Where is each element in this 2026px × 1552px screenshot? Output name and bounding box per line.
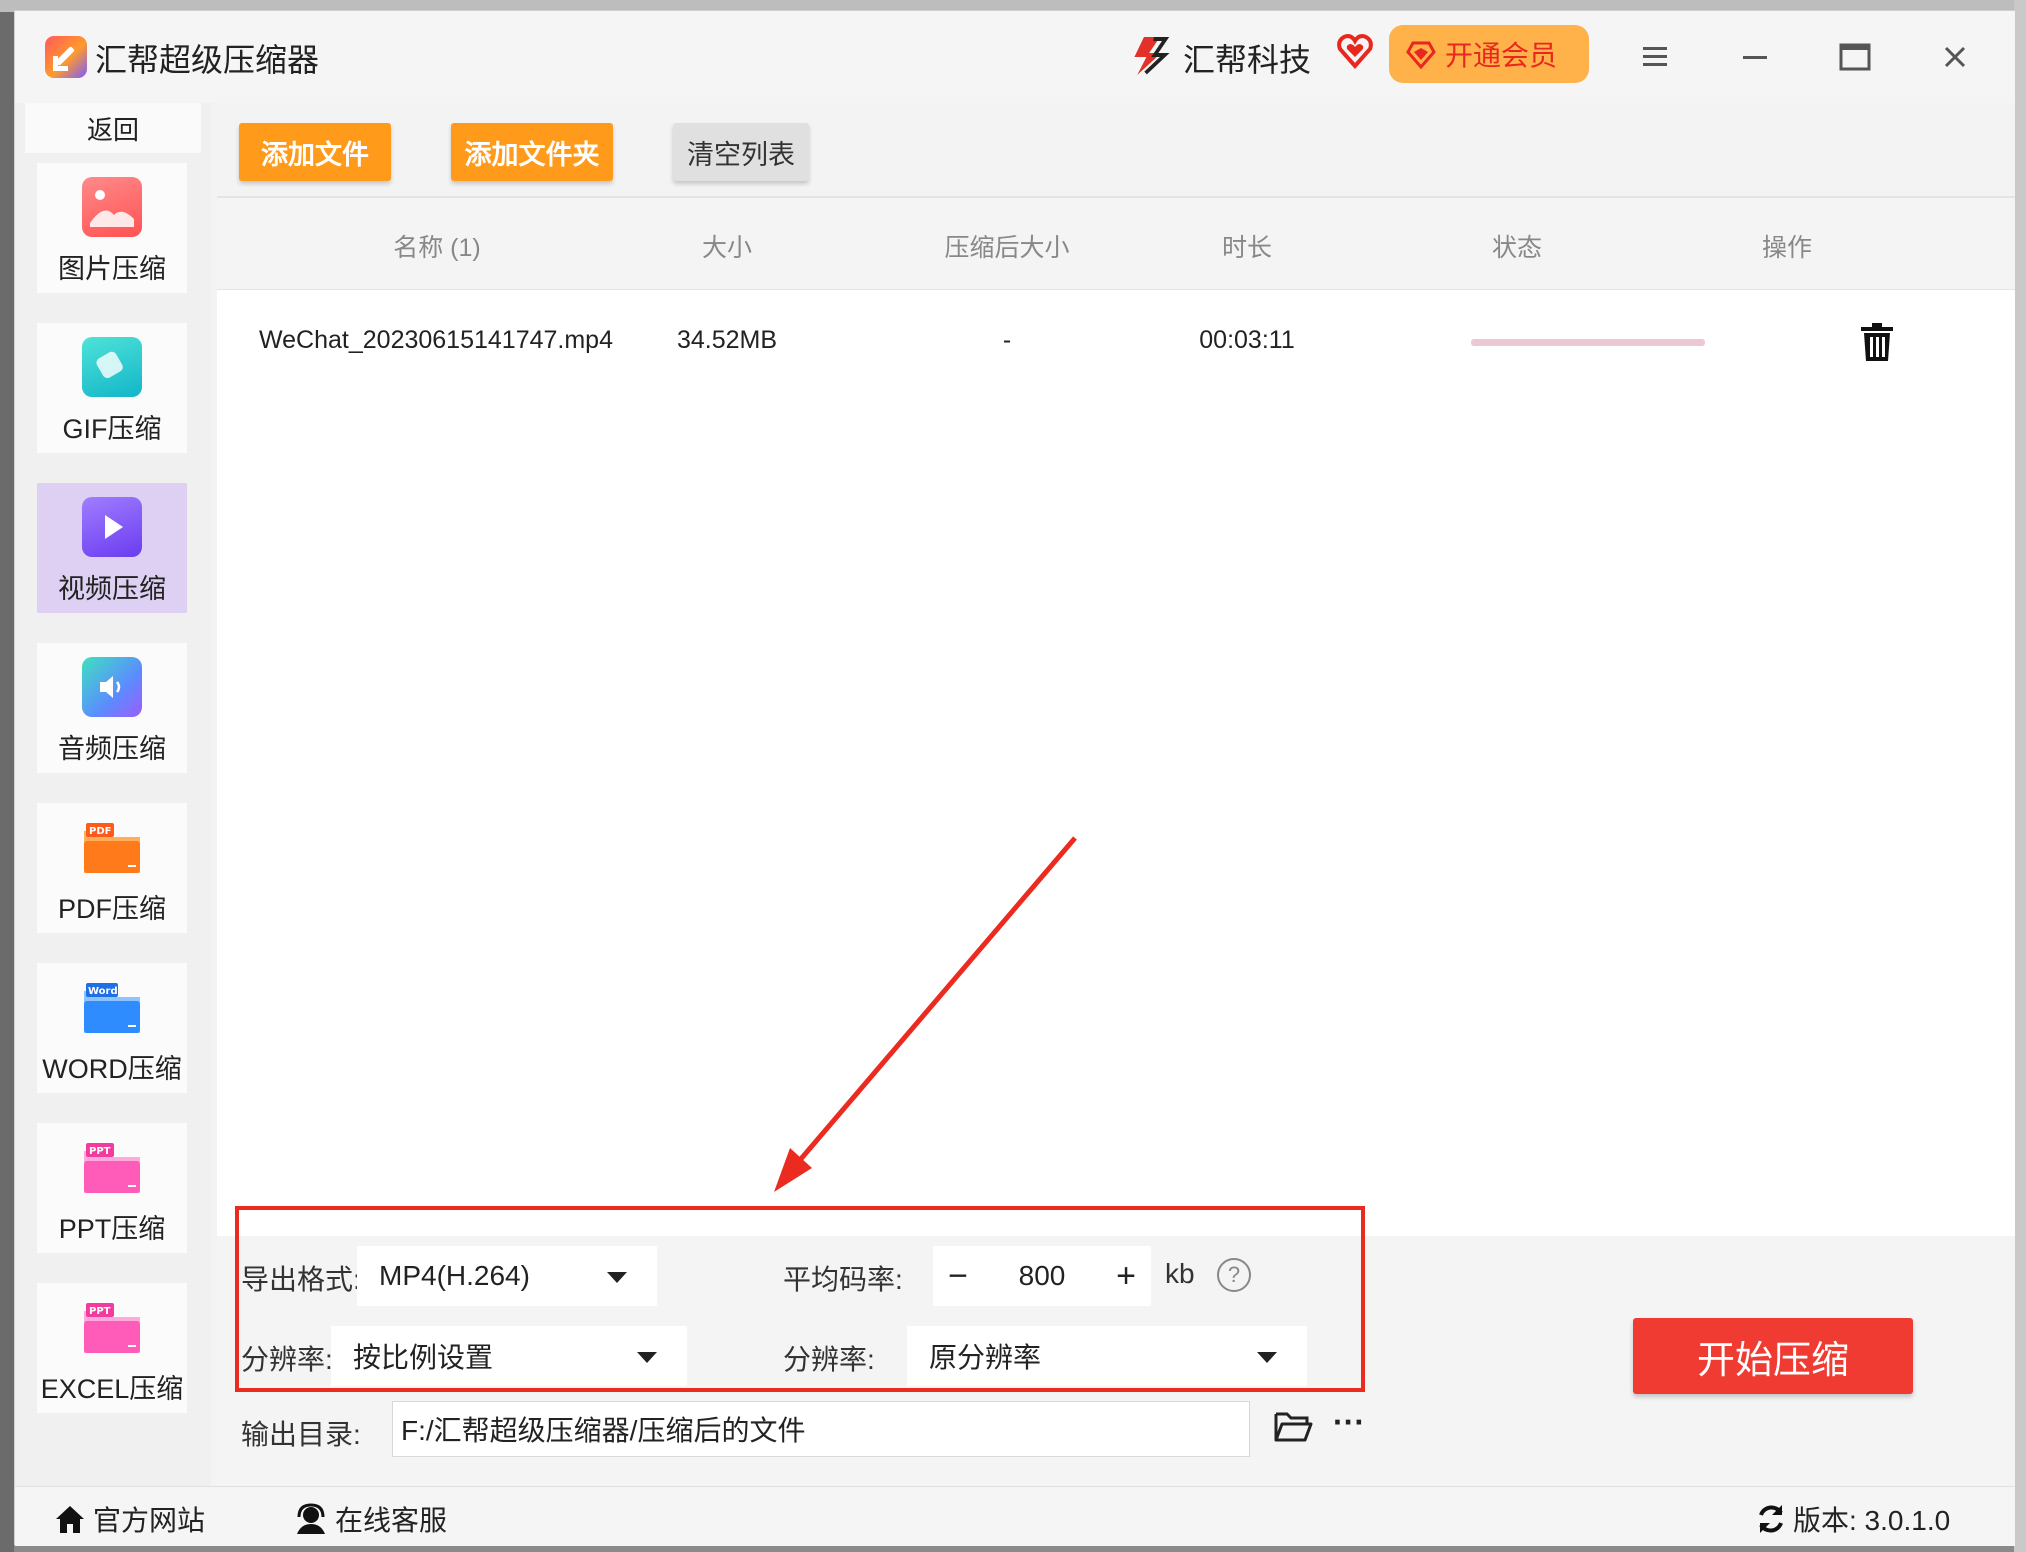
sidebar-item-label: WORD压缩 bbox=[42, 1054, 182, 1084]
start-compress-button[interactable]: 开始压缩 bbox=[1633, 1318, 1913, 1394]
chevron-down-icon bbox=[1257, 1352, 1277, 1363]
bitrate-value[interactable]: 800 bbox=[983, 1260, 1101, 1292]
home-icon bbox=[56, 1506, 84, 1533]
gif-icon bbox=[82, 337, 142, 397]
background-left bbox=[0, 0, 14, 1552]
more-options-icon[interactable]: ··· bbox=[1333, 1404, 1365, 1441]
resolution-mode-label: 分辨率: bbox=[241, 1344, 333, 1375]
sidebar-item-pdf[interactable]: PDF PDF压缩 bbox=[37, 803, 187, 933]
resolution-dropdown[interactable]: 原分辨率 bbox=[907, 1326, 1307, 1386]
compress-logo-icon bbox=[45, 36, 87, 78]
back-button[interactable]: 返回 bbox=[25, 103, 201, 153]
brand-name: 汇帮科技 bbox=[1183, 42, 1312, 78]
main-panel: 添加文件 添加文件夹 清空列表 名称 (1) 大小 压缩后大小 时长 状态 操作… bbox=[211, 103, 2015, 1486]
sidebar-item-label: 音频压缩 bbox=[58, 734, 166, 764]
output-path-field[interactable]: F:/汇帮超级压缩器/压缩后的文件 bbox=[392, 1401, 1250, 1457]
add-file-button[interactable]: 添加文件 bbox=[239, 123, 391, 181]
file-list: 名称 (1) 大小 压缩后大小 时长 状态 操作 WeChat_20230615… bbox=[217, 196, 2015, 1236]
diamond-icon bbox=[1406, 41, 1436, 70]
format-dropdown[interactable]: MP4(H.264) bbox=[357, 1246, 657, 1306]
resolution-label: 分辨率: bbox=[783, 1344, 875, 1375]
bitrate-stepper[interactable]: − 800 + bbox=[933, 1246, 1151, 1306]
sidebar-item-label: GIF压缩 bbox=[62, 414, 162, 444]
background-right bbox=[2014, 0, 2026, 1552]
header-compressed-size[interactable]: 压缩后大小 bbox=[877, 228, 1137, 264]
chevron-down-icon bbox=[607, 1272, 627, 1283]
video-play-icon bbox=[82, 497, 142, 557]
svg-text:PPT: PPT bbox=[89, 1146, 111, 1157]
header-name[interactable]: 名称 (1) bbox=[317, 228, 557, 264]
ppt-folder-icon: PPT bbox=[82, 1137, 142, 1197]
sidebar-item-excel[interactable]: PPT EXCEL压缩 bbox=[37, 1283, 187, 1413]
pdf-folder-icon: PDF bbox=[82, 817, 142, 877]
folder-open-icon[interactable] bbox=[1273, 1408, 1313, 1444]
sidebar-item-word[interactable]: Word WORD压缩 bbox=[37, 963, 187, 1093]
minus-icon[interactable]: − bbox=[933, 1246, 983, 1306]
header-status: 状态 bbox=[1491, 234, 1542, 262]
clear-list-button[interactable]: 清空列表 bbox=[673, 123, 809, 181]
settings-panel: 导出格式: MP4(H.264) 平均码率: − 800 + kb ? 分辨率:… bbox=[217, 1206, 2015, 1486]
help-icon[interactable]: ? bbox=[1217, 1258, 1251, 1292]
sidebar-item-gif[interactable]: GIF压缩 bbox=[37, 323, 187, 453]
version-info[interactable]: 版本: 3.0.1.0 bbox=[1755, 1499, 1950, 1539]
bitrate-unit: kb bbox=[1165, 1258, 1195, 1289]
word-folder-icon: Word bbox=[82, 977, 142, 1037]
header-actions: 操作 bbox=[1761, 234, 1812, 262]
sidebar-item-label: PDF压缩 bbox=[58, 894, 166, 924]
audio-icon bbox=[82, 657, 142, 717]
online-support-link[interactable]: 在线客服 bbox=[293, 1499, 447, 1539]
official-website-link[interactable]: 官方网站 bbox=[53, 1499, 205, 1539]
resolution-mode-dropdown[interactable]: 按比例设置 bbox=[331, 1326, 687, 1386]
app-window: 汇帮超级压缩器 汇帮科技 开通会员 返回 图片压缩 GIF压缩 视频压缩 音频压… bbox=[14, 10, 2015, 1546]
compressed-size: - bbox=[1002, 326, 1012, 354]
app-title: 汇帮超级压缩器 bbox=[95, 42, 320, 78]
sidebar-item-label: 图片压缩 bbox=[58, 254, 166, 284]
vip-button[interactable]: 开通会员 bbox=[1389, 25, 1589, 83]
sidebar-item-label: EXCEL压缩 bbox=[40, 1374, 184, 1404]
chevron-down-icon bbox=[637, 1352, 657, 1363]
resolution-value: 原分辨率 bbox=[929, 1342, 1042, 1373]
add-folder-button[interactable]: 添加文件夹 bbox=[451, 123, 613, 181]
headset-icon bbox=[297, 1503, 325, 1534]
sidebar-item-ppt[interactable]: PPT PPT压缩 bbox=[37, 1123, 187, 1253]
online-support-label: 在线客服 bbox=[335, 1505, 448, 1536]
status-progress-bar bbox=[1471, 339, 1705, 346]
svg-text:Word: Word bbox=[88, 986, 118, 997]
maximize-icon[interactable] bbox=[1835, 37, 1875, 77]
sidebar-item-label: PPT压缩 bbox=[58, 1214, 166, 1244]
heart-icon[interactable] bbox=[1335, 31, 1375, 71]
plus-icon[interactable]: + bbox=[1101, 1246, 1151, 1306]
title-bar: 汇帮超级压缩器 汇帮科技 开通会员 bbox=[15, 11, 2015, 103]
svg-text:PDF: PDF bbox=[89, 826, 111, 837]
sidebar-item-label: 视频压缩 bbox=[58, 574, 166, 604]
image-icon bbox=[82, 177, 142, 237]
format-value: MP4(H.264) bbox=[379, 1260, 530, 1291]
version-label: 版本: 3.0.1.0 bbox=[1793, 1505, 1951, 1536]
menu-icon[interactable] bbox=[1635, 37, 1675, 77]
file-size: 34.52MB bbox=[676, 326, 778, 354]
excel-folder-icon: PPT bbox=[82, 1297, 142, 1357]
sidebar-item-video[interactable]: 视频压缩 bbox=[37, 483, 187, 613]
format-label: 导出格式: bbox=[241, 1264, 361, 1295]
file-name: WeChat_20230615141747.mp4 bbox=[259, 326, 613, 354]
sidebar: 返回 图片压缩 GIF压缩 视频压缩 音频压缩 PDF PDF压缩 Word W… bbox=[15, 103, 211, 1486]
footer: 官方网站 在线客服 版本: 3.0.1.0 bbox=[15, 1486, 2015, 1546]
resolution-mode-value: 按比例设置 bbox=[353, 1342, 494, 1373]
header-size[interactable]: 大小 bbox=[657, 228, 797, 264]
file-duration: 00:03:11 bbox=[1199, 326, 1295, 354]
sidebar-item-image[interactable]: 图片压缩 bbox=[37, 163, 187, 293]
official-website-label: 官方网站 bbox=[93, 1505, 206, 1536]
brand-logo-icon bbox=[1134, 37, 1170, 75]
svg-text:PPT: PPT bbox=[89, 1306, 111, 1317]
vip-label: 开通会员 bbox=[1445, 40, 1558, 71]
bitrate-label: 平均码率: bbox=[783, 1264, 903, 1295]
minimize-icon[interactable] bbox=[1735, 37, 1775, 77]
sidebar-item-audio[interactable]: 音频压缩 bbox=[37, 643, 187, 773]
trash-icon[interactable] bbox=[1859, 322, 1895, 362]
output-label: 输出目录: bbox=[241, 1419, 361, 1450]
refresh-icon bbox=[1759, 1505, 1783, 1533]
list-header: 名称 (1) 大小 压缩后大小 时长 状态 操作 bbox=[217, 198, 2015, 290]
close-icon[interactable] bbox=[1935, 37, 1975, 77]
header-duration[interactable]: 时长 bbox=[1177, 228, 1317, 264]
